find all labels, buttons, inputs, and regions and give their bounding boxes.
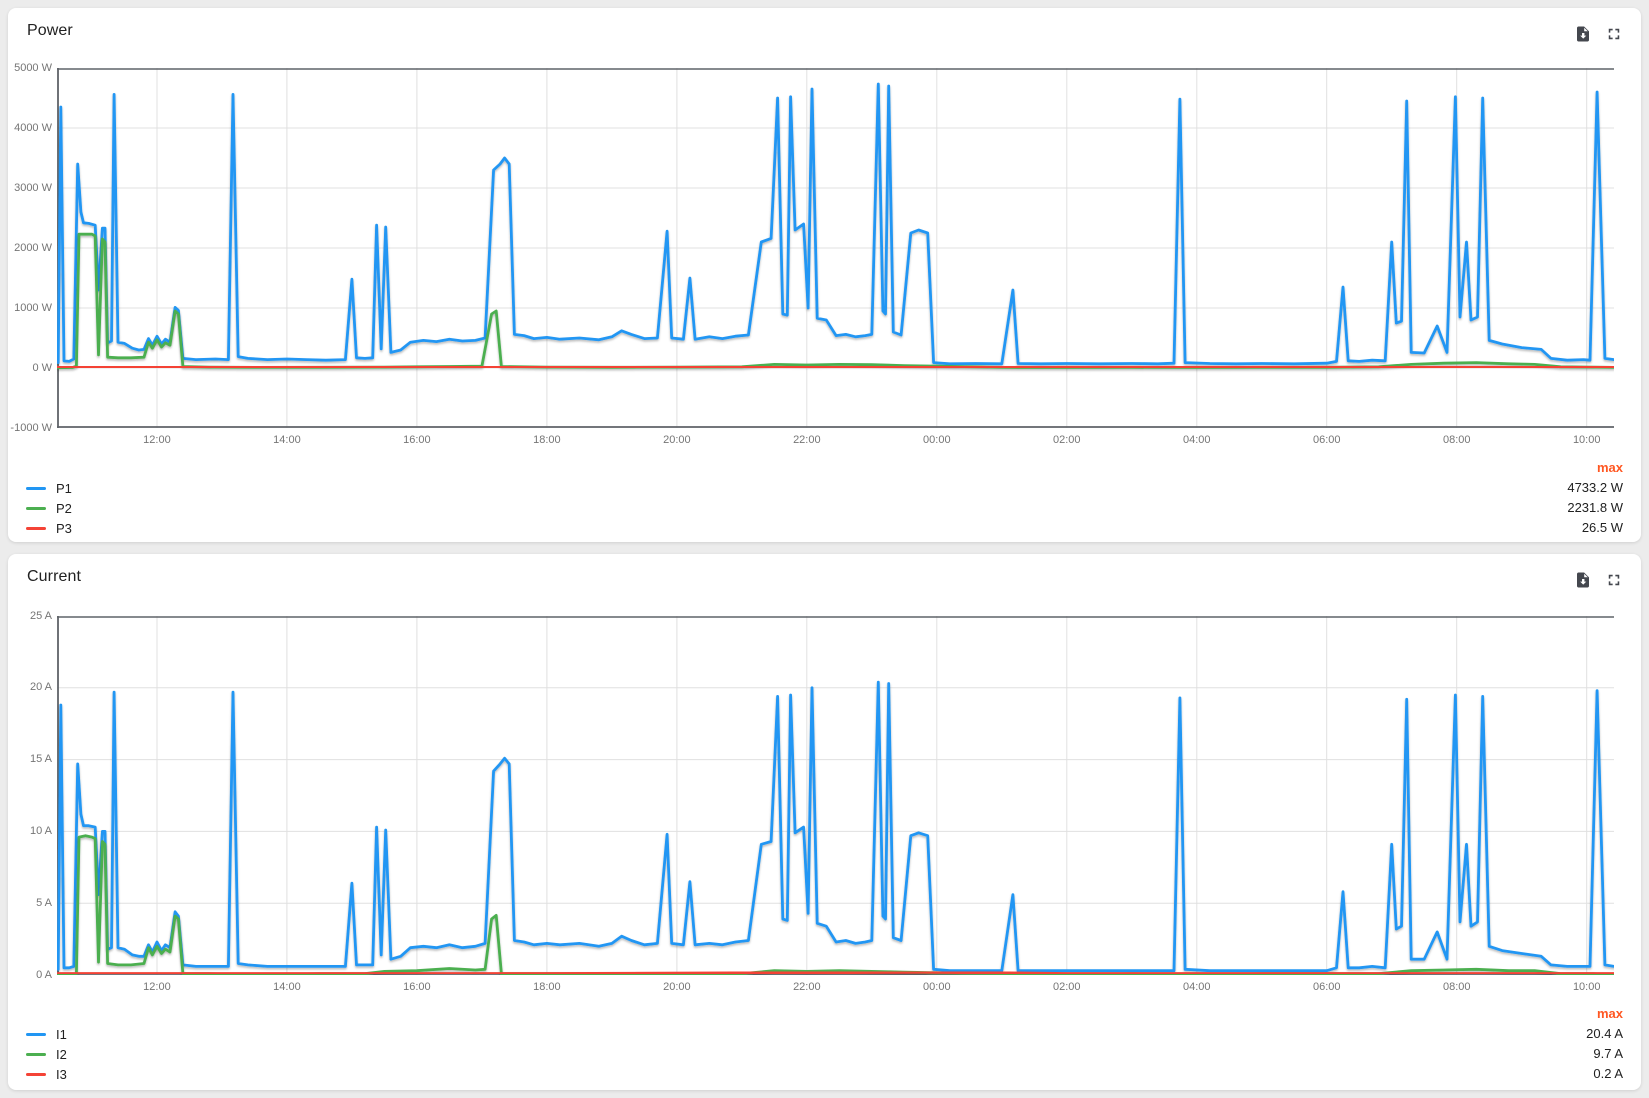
- i3-color-dash: [26, 1073, 46, 1076]
- x-tick-label: 20:00: [642, 434, 712, 447]
- max-column-header: max: [1586, 1004, 1623, 1024]
- series-P3-line: [58, 366, 1614, 367]
- power-chart[interactable]: [57, 68, 1614, 428]
- legend-item-i3[interactable]: I3: [26, 1064, 67, 1084]
- i2-max-value: 9.7 A: [1586, 1044, 1623, 1064]
- y-tick-label: 5 A: [8, 897, 52, 910]
- export-chart-icon[interactable]: [1574, 571, 1592, 589]
- max-column-header: max: [1567, 458, 1623, 478]
- legend-label: P1: [56, 481, 72, 496]
- y-tick-label: 20 A: [8, 681, 52, 694]
- current-panel-actions: [1574, 571, 1623, 589]
- series-I1-line: [58, 682, 1614, 971]
- x-tick-label: 12:00: [122, 434, 192, 447]
- y-tick-label: 3000 W: [8, 182, 52, 195]
- series-P2-line: [58, 234, 1614, 368]
- y-tick-label: 10 A: [8, 825, 52, 838]
- i1-color-dash: [26, 1033, 46, 1036]
- legend-item-i2[interactable]: I2: [26, 1044, 67, 1064]
- x-tick-label: 02:00: [1032, 434, 1102, 447]
- i3-max-value: 0.2 A: [1586, 1064, 1623, 1084]
- p1-color-dash: [26, 487, 46, 490]
- series-I2-line: [58, 836, 1614, 975]
- current-panel: Current I1 I2 I3 max 20.4 A 9.7 A 0.2 A …: [8, 554, 1641, 1090]
- power-panel-actions: [1574, 25, 1623, 43]
- x-tick-label: 22:00: [772, 434, 842, 447]
- fullscreen-icon[interactable]: [1605, 25, 1623, 43]
- x-tick-label: 22:00: [772, 981, 842, 994]
- y-tick-label: 5000 W: [8, 62, 52, 75]
- i1-max-value: 20.4 A: [1586, 1024, 1623, 1044]
- legend-label: P2: [56, 501, 72, 516]
- y-tick-label: 15 A: [8, 753, 52, 766]
- legend-item-i1[interactable]: I1: [26, 1024, 67, 1044]
- x-tick-label: 04:00: [1162, 434, 1232, 447]
- x-tick-label: 00:00: [902, 434, 972, 447]
- legend-label: I2: [56, 1047, 67, 1062]
- x-tick-label: 18:00: [512, 434, 582, 447]
- legend-label: I1: [56, 1027, 67, 1042]
- current-chart[interactable]: [57, 616, 1614, 975]
- y-tick-label: 2000 W: [8, 242, 52, 255]
- current-max-column: max 20.4 A 9.7 A 0.2 A: [1586, 1004, 1623, 1084]
- x-tick-label: 08:00: [1422, 434, 1492, 447]
- y-tick-label: 1000 W: [8, 302, 52, 315]
- x-tick-label: 16:00: [382, 981, 452, 994]
- y-tick-label: 0 W: [8, 362, 52, 375]
- p2-max-value: 2231.8 W: [1567, 498, 1623, 518]
- y-tick-label: 0 A: [8, 969, 52, 982]
- legend-item-p3[interactable]: P3: [26, 518, 72, 538]
- x-tick-label: 14:00: [252, 434, 322, 447]
- legend-item-p1[interactable]: P1: [26, 478, 72, 498]
- i2-color-dash: [26, 1053, 46, 1056]
- export-chart-icon[interactable]: [1574, 25, 1592, 43]
- p2-color-dash: [26, 507, 46, 510]
- p3-color-dash: [26, 527, 46, 530]
- x-tick-label: 10:00: [1552, 434, 1622, 447]
- panel-title-power: Power: [27, 22, 73, 40]
- x-tick-label: 20:00: [642, 981, 712, 994]
- legend-label: I3: [56, 1067, 67, 1082]
- x-tick-label: 08:00: [1422, 981, 1492, 994]
- x-tick-label: 04:00: [1162, 981, 1232, 994]
- x-tick-label: 14:00: [252, 981, 322, 994]
- x-tick-label: 00:00: [902, 981, 972, 994]
- y-tick-label: -1000 W: [8, 422, 52, 435]
- legend-item-p2[interactable]: P2: [26, 498, 72, 518]
- x-tick-label: 06:00: [1292, 981, 1362, 994]
- power-legend: P1 P2 P3: [26, 478, 72, 538]
- legend-label: P3: [56, 521, 72, 536]
- power-panel: Power P1 P2 P3 max 4733.2 W 2231.8 W 26.…: [8, 8, 1641, 542]
- y-tick-label: 4000 W: [8, 122, 52, 135]
- fullscreen-icon[interactable]: [1605, 571, 1623, 589]
- x-tick-label: 06:00: [1292, 434, 1362, 447]
- current-legend: I1 I2 I3: [26, 1024, 67, 1084]
- x-tick-label: 16:00: [382, 434, 452, 447]
- x-tick-label: 18:00: [512, 981, 582, 994]
- x-tick-label: 12:00: [122, 981, 192, 994]
- p1-max-value: 4733.2 W: [1567, 478, 1623, 498]
- p3-max-value: 26.5 W: [1567, 518, 1623, 538]
- power-max-column: max 4733.2 W 2231.8 W 26.5 W: [1567, 458, 1623, 538]
- x-tick-label: 10:00: [1552, 981, 1622, 994]
- y-tick-label: 25 A: [8, 610, 52, 623]
- x-tick-label: 02:00: [1032, 981, 1102, 994]
- panel-title-current: Current: [27, 568, 81, 586]
- series-P1-line: [58, 84, 1614, 364]
- series-I3-line: [58, 972, 1614, 974]
